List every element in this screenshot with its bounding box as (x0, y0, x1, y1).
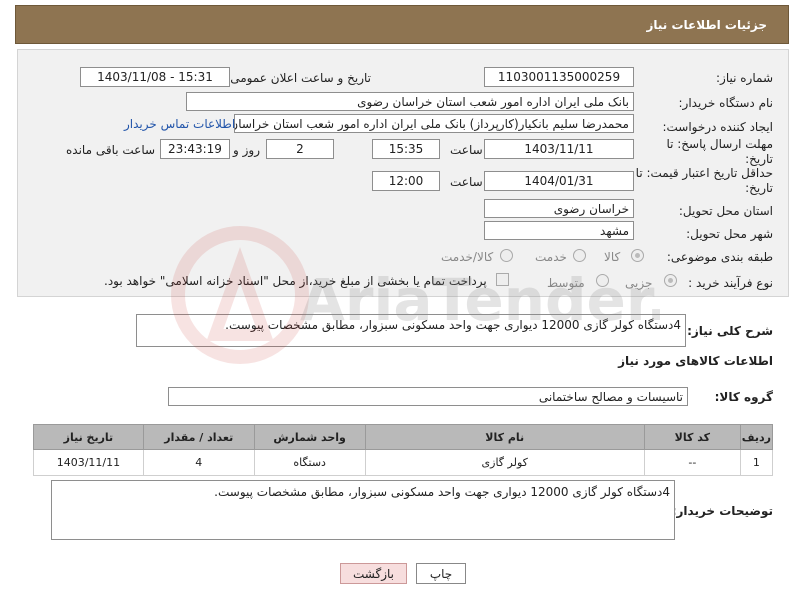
page-header: جزئیات اطلاعات نیاز (15, 5, 789, 44)
need-number-field[interactable]: 1103001135000259 (484, 67, 634, 87)
table-row: 1 -- کولر گازی دستگاه 4 1403/11/11 (33, 449, 774, 476)
goods-table-header: ردیف کد کالا نام کالا واحد شمارش تعداد /… (33, 424, 774, 450)
category-both-label: کالا/خدمت (441, 250, 494, 264)
validity-date-field[interactable]: 1404/01/31 (484, 171, 634, 191)
process-medium-radio[interactable] (596, 274, 609, 287)
days-field[interactable]: 2 (266, 139, 334, 159)
buyer-notes-textarea[interactable]: 4دستگاه کولر گازی 12000 دیواری جهت واحد … (51, 480, 675, 540)
col-name: نام کالا (364, 424, 645, 450)
col-row: ردیف (739, 424, 774, 450)
cell-unit: دستگاه (253, 449, 366, 476)
buyer-org-field[interactable]: بانک ملی ایران اداره امور شعب استان خراس… (186, 92, 634, 111)
cell-quantity: 4 (142, 449, 255, 476)
validity-label: حداقل تاریخ اعتبار قیمت: تا (635, 166, 773, 180)
validity-date-label: تاریخ: (745, 181, 773, 195)
print-button[interactable]: چاپ (416, 563, 466, 584)
process-partial-label: جزیی (625, 276, 653, 290)
deadline-time-field[interactable]: 15:35 (372, 139, 440, 159)
requester-field[interactable]: محمدرضا سلیم بانکیار(کارپرداز) بانک ملی … (234, 114, 634, 133)
validity-time-field[interactable]: 12:00 (372, 171, 440, 191)
cell-row: 1 (739, 449, 774, 476)
deadline-label: مهلت ارسال پاسخ: تا (666, 137, 773, 151)
col-need-date: تاریخ نیاز (33, 424, 144, 450)
city-label: شهر محل تحویل: (686, 227, 773, 241)
category-both-radio[interactable] (500, 249, 513, 262)
category-service-label: خدمت (535, 250, 567, 264)
goods-table: ردیف کد کالا نام کالا واحد شمارش تعداد /… (33, 424, 774, 476)
buyer-org-label: نام دستگاه خریدار: (678, 96, 774, 110)
deadline-time-label: ساعت (450, 143, 483, 157)
category-service-radio[interactable] (573, 249, 586, 262)
goods-group-field[interactable]: تاسیسات و مصالح ساختمانی (168, 387, 688, 406)
announce-datetime-field[interactable]: 1403/11/08 - 15:31 (80, 67, 230, 87)
city-field[interactable]: مشهد (484, 221, 634, 240)
buyer-notes-label: توضیحات خریدار: (671, 504, 773, 518)
category-goods-radio[interactable] (631, 249, 644, 262)
validity-time-label: ساعت (450, 175, 483, 189)
cell-name: کولر گازی (364, 449, 645, 476)
goods-group-label: گروه کالا: (714, 390, 773, 404)
col-quantity: تعداد / مقدار (142, 424, 255, 450)
deadline-date-field[interactable]: 1403/11/11 (484, 139, 634, 159)
treasury-payment-note: پرداخت تمام یا بخشی از مبلغ خرید،از محل … (104, 274, 487, 288)
province-label: استان محل تحویل: (678, 204, 773, 218)
buyer-contact-link[interactable]: اطلاعات تماس خریدار (124, 117, 235, 131)
buyer-notes-text: 4دستگاه کولر گازی 12000 دیواری جهت واحد … (214, 485, 670, 499)
deadline-date-label: تاریخ: (745, 152, 773, 166)
announce-label: تاریخ و ساعت اعلان عمومی: (226, 71, 371, 85)
process-label: نوع فرآیند خرید : (688, 276, 773, 290)
col-unit: واحد شمارش (253, 424, 366, 450)
cell-need-date: 1403/11/11 (33, 449, 144, 476)
treasury-payment-checkbox[interactable] (496, 273, 509, 286)
category-goods-label: کالا (604, 250, 621, 264)
description-textarea[interactable]: 4دستگاه کولر گازی 12000 دیواری جهت واحد … (136, 314, 686, 347)
need-number-label: شماره نیاز: (716, 71, 773, 85)
process-medium-label: متوسط (547, 276, 585, 290)
page-title: جزئیات اطلاعات نیاز (646, 17, 767, 32)
remaining-time-field[interactable]: 23:43:19 (160, 139, 230, 159)
cell-code: -- (643, 449, 741, 476)
category-label: طبقه بندی موضوعی: (666, 250, 773, 264)
back-button[interactable]: بازگشت (340, 563, 407, 584)
province-field[interactable]: خراسان رضوی (484, 199, 634, 218)
remaining-label: ساعت باقی مانده (66, 143, 156, 157)
requester-label: ایجاد کننده درخواست: (662, 120, 773, 134)
process-partial-radio[interactable] (664, 274, 677, 287)
goods-section-title: اطلاعات کالاهای مورد نیاز (618, 354, 773, 368)
col-code: کد کالا (643, 424, 741, 450)
description-text: 4دستگاه کولر گازی 12000 دیواری جهت واحد … (225, 318, 681, 332)
days-label: روز و (233, 143, 260, 157)
description-label: شرح کلی نیاز: (687, 324, 773, 338)
